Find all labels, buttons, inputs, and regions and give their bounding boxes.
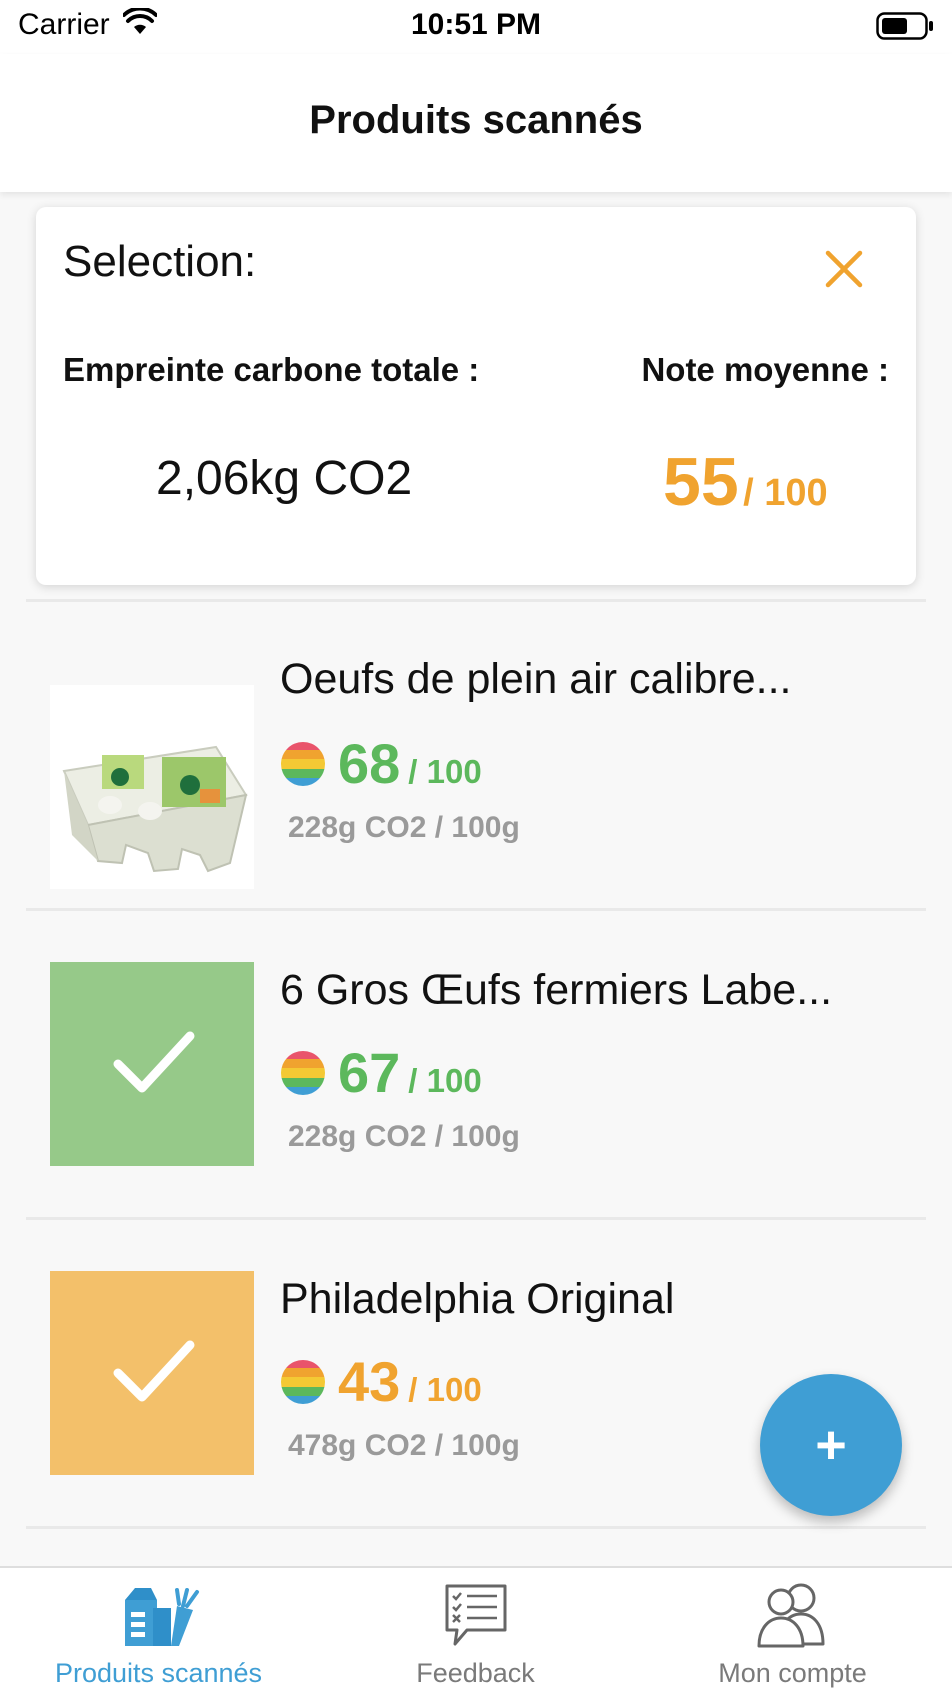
product-name: 6 Gros Œufs fermiers Labe... [280,966,833,1014]
product-score: 43 / 100 [280,1349,482,1414]
selection-summary-card: Selection: Empreinte carbone totale : No… [36,207,916,585]
grocery-bag-icon [0,1580,317,1650]
product-score-max: / 100 [408,1062,482,1099]
page-title: Produits scannés [309,98,643,142]
average-score-number: 55 [663,444,739,520]
close-icon[interactable] [822,247,866,291]
feedback-checklist-icon [317,1580,634,1650]
product-co2: 228g CO2 / 100g [288,811,520,844]
total-co2-value: 2,06kg CO2 [156,452,413,505]
checkmark-icon [113,1340,195,1402]
eco-score-globe-icon [281,1359,325,1404]
tab-produits-scannes[interactable]: Produits scannés [0,1568,317,1692]
product-score: 68 / 100 [280,731,482,796]
product-score-max: / 100 [408,1371,482,1408]
users-icon [634,1580,951,1650]
product-co2: 478g CO2 / 100g [288,1429,520,1462]
checkmark-icon [113,1031,195,1093]
add-product-button[interactable]: + [760,1374,902,1516]
divider [26,599,926,602]
selection-title: Selection: [63,237,257,286]
eco-score-globe-icon [281,741,325,786]
product-score: 67 / 100 [280,1040,482,1105]
product-score-number: 43 [338,1350,401,1413]
eco-score-globe-icon [281,1050,325,1095]
tab-label: Mon compte [718,1658,867,1688]
product-name: Philadelphia Original [280,1275,675,1323]
selected-checkbox[interactable] [50,1271,254,1475]
tab-label: Produits scannés [54,1658,263,1688]
tab-label: Feedback [416,1658,535,1688]
selected-checkbox[interactable] [50,962,254,1166]
average-score-value: 55 / 100 [663,443,828,521]
average-score-label: Note moyenne : [641,351,889,388]
divider [26,1217,926,1220]
product-score-number: 68 [338,732,401,795]
total-co2-label: Empreinte carbone totale : [63,351,480,388]
product-thumbnail [50,685,254,889]
navigation-bar: Produits scannés [0,54,952,192]
tab-mon-compte[interactable]: Mon compte [634,1568,951,1692]
clock: 10:51 PM [410,8,542,41]
product-co2: 228g CO2 / 100g [288,1120,520,1153]
average-score-max: / 100 [743,472,828,514]
divider [26,908,926,911]
list-item[interactable]: Oeufs de plein air calibre... 68 / 100 2… [0,603,952,908]
product-name: Oeufs de plein air calibre... [280,655,792,703]
status-bar: Carrier 10:51 PM [0,0,952,54]
tab-feedback[interactable]: Feedback [317,1568,634,1692]
product-score-max: / 100 [408,753,482,790]
product-score-number: 67 [338,1041,401,1104]
divider [26,1526,926,1529]
tab-bar: Produits scannés Feedback Mon compte [0,1566,952,1692]
battery-icon [876,12,934,45]
list-item[interactable]: 6 Gros Œufs fermiers Labe... 67 / 100 22… [0,912,952,1217]
